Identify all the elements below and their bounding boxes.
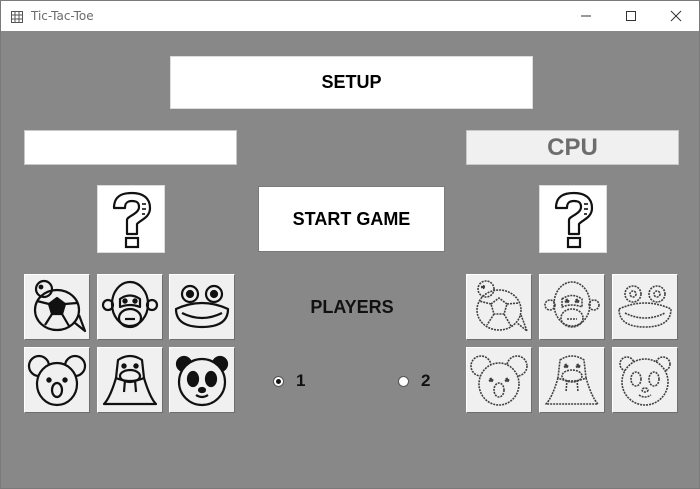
players-radio-1[interactable]: 1 (273, 371, 305, 391)
player1-piece (97, 185, 165, 253)
koala-icon (470, 355, 528, 406)
window-title: Tic-Tac-Toe (31, 9, 94, 23)
p2-animal-walrus[interactable] (539, 347, 605, 413)
radio-label-1: 1 (296, 371, 306, 390)
panda-icon (175, 355, 229, 407)
frog-icon (618, 285, 672, 328)
title-bar[interactable]: Tic-Tac-Toe (1, 1, 699, 31)
frog-icon (174, 284, 230, 329)
monkey-icon (101, 280, 159, 329)
koala-icon (27, 354, 87, 407)
radio-label-2: 2 (421, 371, 431, 390)
radio-button[interactable] (398, 375, 409, 387)
radio-button-checked[interactable] (273, 375, 284, 387)
players-radio-2[interactable]: 2 (398, 371, 430, 391)
maximize-icon (626, 11, 636, 21)
p1-animal-turtle[interactable] (24, 274, 90, 340)
p2-animal-panda[interactable] (612, 347, 678, 413)
p1-animal-walrus[interactable] (97, 347, 163, 413)
close-icon (670, 10, 682, 22)
minimize-icon (581, 15, 591, 17)
players-label: PLAYERS (310, 297, 394, 317)
start-game-button[interactable]: START GAME (258, 186, 445, 252)
p2-animal-turtle[interactable] (466, 274, 532, 340)
panda-icon (619, 356, 671, 406)
turtle-icon (476, 280, 528, 332)
start-game-label: START GAME (292, 208, 411, 229)
minimize-button[interactable] (563, 1, 609, 31)
player2-name: CPU (547, 133, 598, 161)
setup-label: SETUP (321, 72, 382, 92)
p2-animal-monkey[interactable] (539, 274, 605, 340)
p1-animal-monkey[interactable] (97, 274, 163, 340)
monkey-icon (544, 281, 600, 328)
player2-name-field[interactable]: CPU (466, 130, 679, 165)
walrus-icon (102, 354, 158, 406)
p2-animal-frog[interactable] (612, 274, 678, 340)
p1-animal-panda[interactable] (169, 347, 235, 413)
walrus-icon (545, 355, 599, 405)
setup-button[interactable]: SETUP (170, 56, 533, 109)
maximize-button[interactable] (608, 1, 654, 31)
question-mark-icon (554, 191, 594, 249)
question-mark-icon (112, 191, 152, 249)
turtle-icon (33, 279, 87, 333)
player2-piece (539, 185, 607, 253)
grid-icon (11, 10, 23, 28)
p1-animal-frog[interactable] (169, 274, 235, 340)
p1-animal-koala[interactable] (24, 347, 90, 413)
close-button[interactable] (653, 1, 699, 31)
player1-name-input[interactable] (24, 130, 237, 165)
app-window: Tic-Tac-Toe SETUP CPU START GAME PLAYERS… (0, 0, 700, 489)
p2-animal-koala[interactable] (466, 347, 532, 413)
